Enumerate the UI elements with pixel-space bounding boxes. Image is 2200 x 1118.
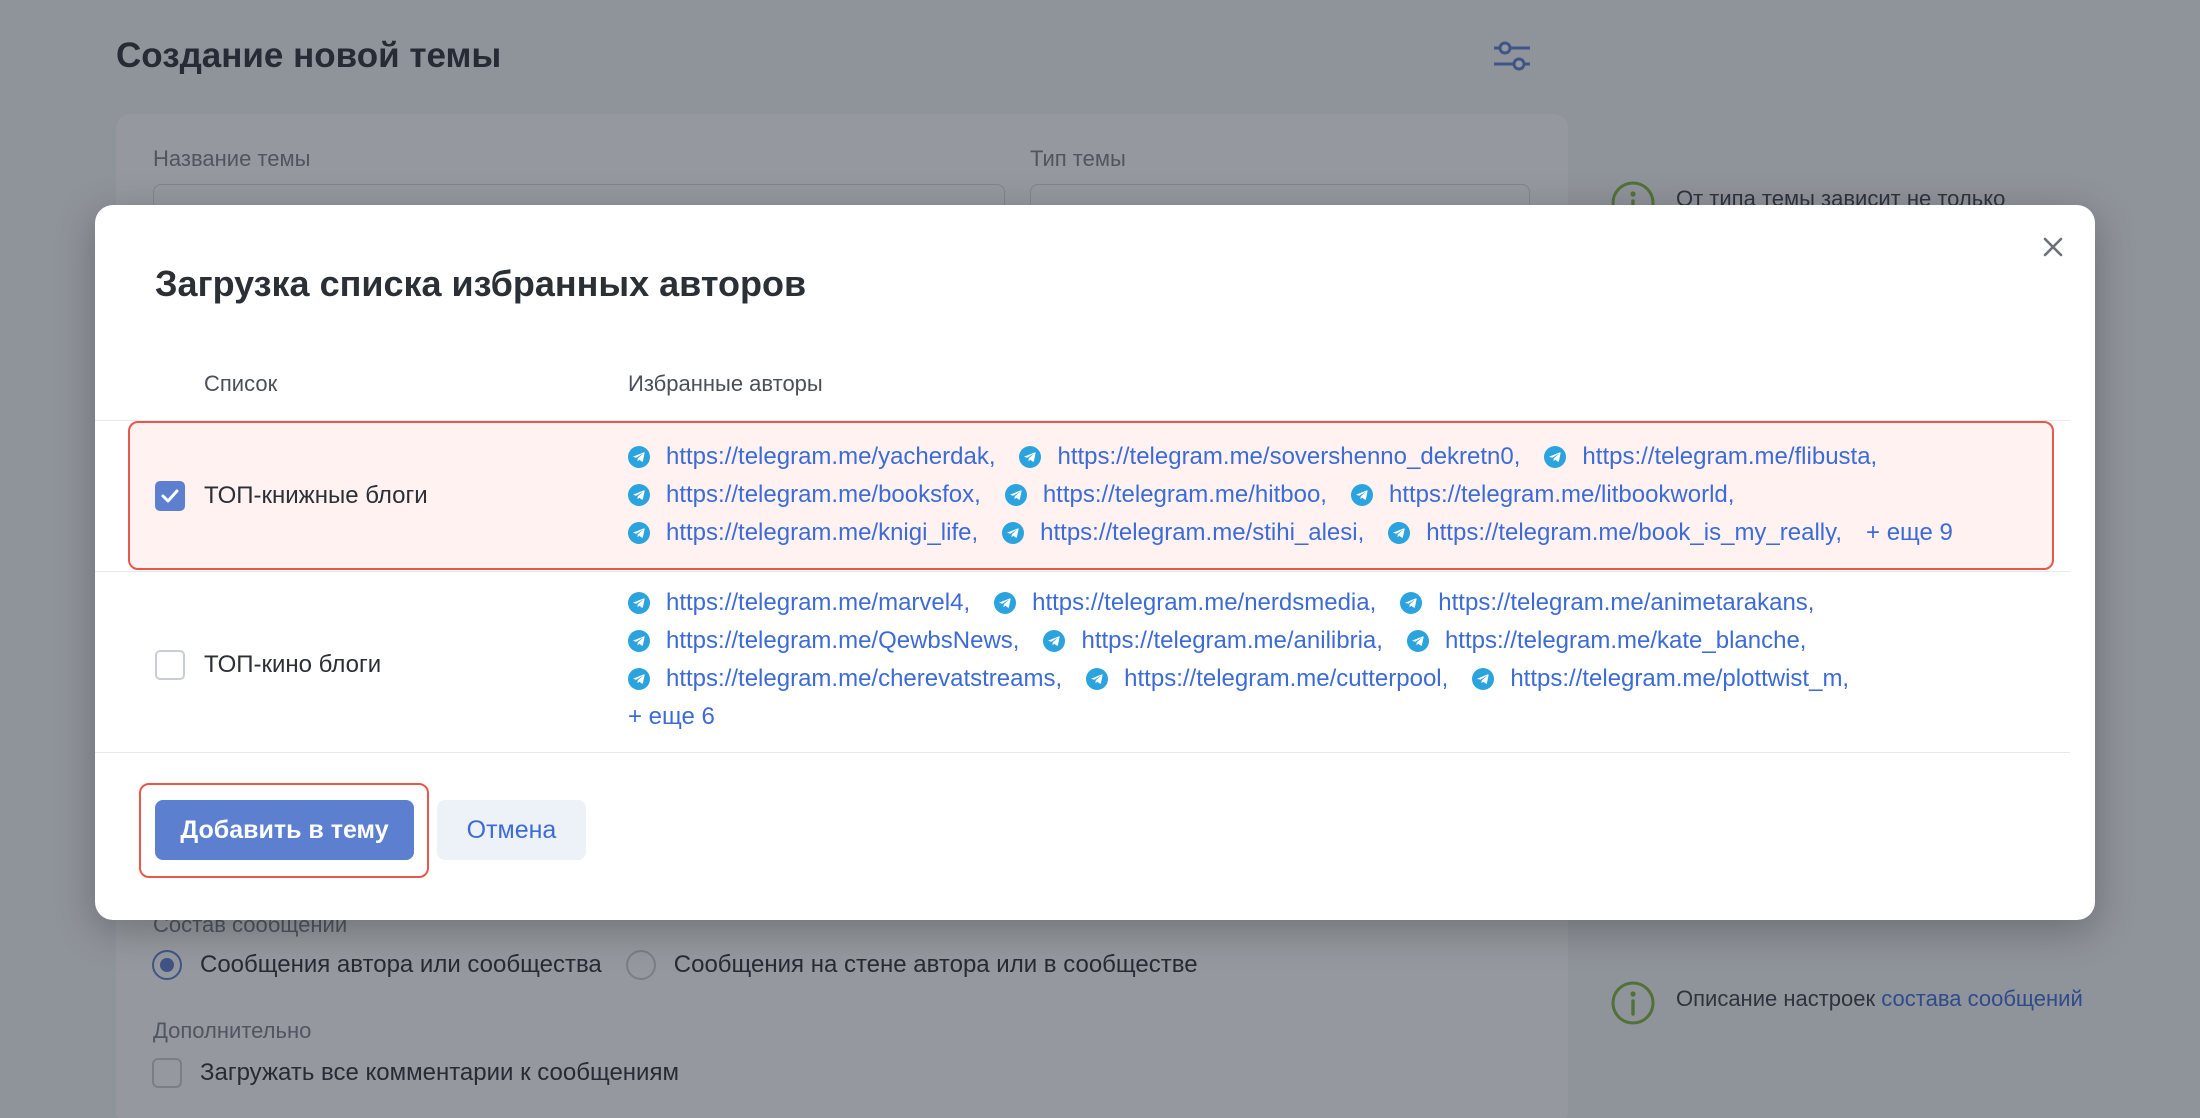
telegram-icon [1004, 484, 1027, 506]
author-link[interactable]: https://telegram.me/cutterpool, [1086, 665, 1448, 693]
author-link[interactable]: https://telegram.me/nerdsmedia, [994, 589, 1376, 617]
table-row[interactable]: ТОП-книжные блоги https://telegram.me/ya… [95, 421, 2070, 570]
author-url: https://telegram.me/QewbsNews, [666, 627, 1020, 654]
author-link[interactable]: https://telegram.me/booksfox, [628, 481, 981, 509]
telegram-icon [628, 484, 650, 506]
checkmark-icon [161, 489, 179, 503]
author-link[interactable]: https://telegram.me/flibusta, [1544, 443, 1877, 471]
telegram-icon [1472, 668, 1495, 690]
authors-line: https://telegram.me/yacherdak, https://te… [628, 438, 2048, 476]
telegram-icon [628, 630, 650, 652]
author-url: https://telegram.me/booksfox, [666, 481, 981, 508]
author-link[interactable]: https://telegram.me/cherevatstreams, [628, 665, 1062, 693]
column-header-list: Список [204, 371, 278, 396]
author-url: https://telegram.me/flibusta, [1582, 443, 1878, 470]
author-link[interactable]: https://telegram.me/QewbsNews, [628, 627, 1019, 655]
author-link[interactable]: https://telegram.me/litbookworld, [1350, 481, 1735, 509]
author-link[interactable]: https://telegram.me/plottwist_m, [1472, 665, 1849, 693]
authors-line: https://telegram.me/marvel4, https://tele… [628, 584, 2048, 622]
row-name: ТОП-книжные блоги [204, 482, 428, 509]
telegram-icon [1544, 446, 1567, 468]
author-link[interactable]: https://telegram.me/anilibria, [1043, 627, 1383, 655]
telegram-icon [628, 522, 650, 544]
favorite-authors-modal: Загрузка списка избранных авторов Список… [95, 205, 2095, 920]
author-url: https://telegram.me/stihi_alesi, [1040, 519, 1365, 546]
author-link[interactable]: https://telegram.me/yacherdak, [628, 443, 995, 471]
row-name: ТОП-кино блоги [204, 651, 382, 678]
telegram-icon [1086, 668, 1109, 690]
author-link[interactable]: https://telegram.me/stihi_alesi, [1002, 519, 1364, 547]
cancel-button[interactable]: Отмена [437, 800, 586, 860]
author-url: https://telegram.me/cutterpool, [1124, 665, 1449, 692]
telegram-icon [994, 592, 1017, 614]
authors-list: https://telegram.me/marvel4, https://tele… [628, 584, 2048, 736]
telegram-icon [628, 592, 650, 614]
column-header-authors: Избранные авторы [628, 371, 823, 396]
telegram-icon [1002, 522, 1025, 544]
telegram-icon [1400, 592, 1423, 614]
author-url: https://telegram.me/plottwist_m, [1510, 665, 1850, 692]
authors-list: https://telegram.me/yacherdak, https://te… [628, 438, 2048, 552]
telegram-icon [1388, 522, 1411, 544]
author-link[interactable]: https://telegram.me/hitboo, [1004, 481, 1327, 509]
modal-title: Загрузка списка избранных авторов [155, 263, 807, 304]
authors-line: https://telegram.me/booksfox, https://tel… [628, 476, 2048, 514]
close-button[interactable] [2033, 227, 2073, 267]
author-link[interactable]: https://telegram.me/marvel4, [628, 589, 970, 617]
author-url: https://telegram.me/anilibria, [1081, 627, 1383, 654]
row-checkbox-checked[interactable] [155, 481, 185, 511]
footer-divider [95, 752, 2070, 753]
row-checkbox-unchecked[interactable] [155, 650, 185, 680]
authors-line: https://telegram.me/cherevatstreams, http… [628, 660, 2048, 698]
close-icon [2043, 237, 2063, 257]
author-url: https://telegram.me/kate_blanche, [1444, 627, 1807, 654]
telegram-icon [1019, 446, 1042, 468]
telegram-icon [1350, 484, 1373, 506]
author-url: https://telegram.me/book_is_my_really, [1426, 519, 1843, 546]
table-row[interactable]: ТОП-кино блоги https://telegram.me/marve… [95, 571, 2070, 757]
author-url: https://telegram.me/cherevatstreams, [666, 665, 1063, 692]
author-url: https://telegram.me/marvel4, [666, 589, 971, 616]
telegram-icon [628, 668, 650, 690]
author-url: https://telegram.me/hitboo, [1042, 481, 1327, 508]
author-link[interactable]: https://telegram.me/animetarakans, [1400, 589, 1814, 617]
authors-line: https://telegram.me/QewbsNews, https://te… [628, 622, 2048, 660]
author-link[interactable]: https://telegram.me/kate_blanche, [1406, 627, 1807, 655]
add-to-topic-button[interactable]: Добавить в тему [155, 800, 414, 860]
author-link[interactable]: https://telegram.me/book_is_my_really, [1388, 519, 1842, 547]
author-url: https://telegram.me/nerdsmedia, [1032, 589, 1377, 616]
author-url: https://telegram.me/sovershenno_dekretn0… [1057, 443, 1521, 470]
authors-line: + еще 6 [628, 698, 2048, 736]
show-more-link[interactable]: + еще 9 [1866, 519, 1953, 547]
telegram-icon [628, 446, 650, 468]
telegram-icon [1406, 630, 1429, 652]
telegram-icon [1043, 630, 1066, 652]
authors-line: https://telegram.me/knigi_life, https://t… [628, 514, 2048, 552]
author-link[interactable]: https://telegram.me/knigi_life, [628, 519, 978, 547]
author-url: https://telegram.me/yacherdak, [666, 443, 996, 470]
author-url: https://telegram.me/litbookworld, [1388, 481, 1735, 508]
show-more-link[interactable]: + еще 6 [628, 703, 715, 731]
author-link[interactable]: https://telegram.me/sovershenno_dekretn0… [1019, 443, 1520, 471]
author-url: https://telegram.me/knigi_life, [666, 519, 979, 546]
author-url: https://telegram.me/animetarakans, [1438, 589, 1815, 616]
